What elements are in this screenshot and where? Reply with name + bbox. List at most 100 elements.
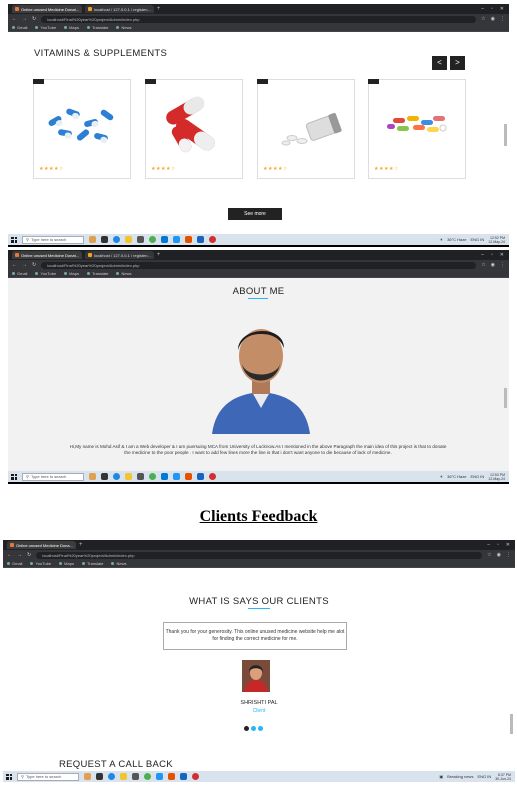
carousel-next-button[interactable]: > — [450, 56, 465, 70]
bookmark-news[interactable]: News — [116, 25, 131, 30]
cortana-icon[interactable] — [84, 773, 91, 780]
scrollbar[interactable] — [504, 388, 507, 408]
store-icon[interactable] — [161, 473, 168, 480]
star-icon[interactable]: ☆ — [481, 16, 485, 22]
maximize-icon[interactable]: ▫ — [497, 542, 499, 548]
see-more-button[interactable]: See more — [228, 208, 282, 220]
news-text[interactable]: Breaking news — [447, 774, 473, 779]
xampp-icon[interactable] — [185, 236, 192, 243]
taskbar-search[interactable]: ⚲ Type here to search — [17, 772, 79, 781]
file-explorer-icon[interactable] — [125, 236, 132, 243]
carousel-dot[interactable] — [251, 726, 256, 731]
language-indicator[interactable]: ENG IN — [470, 237, 484, 242]
back-icon[interactable]: ← — [7, 552, 12, 558]
browser-tab-1[interactable]: Online unused Medicine Donat... — [12, 5, 83, 13]
taskbar-search[interactable]: ⚲ Type here to search — [22, 472, 84, 481]
app-icon[interactable] — [192, 773, 199, 780]
url-field[interactable]: localhost/Final%20year%20project/Admin/i… — [36, 551, 483, 559]
reload-icon[interactable]: ↻ — [27, 552, 31, 558]
language-indicator[interactable]: ENG IN — [477, 774, 491, 779]
file-explorer-icon[interactable] — [120, 773, 127, 780]
store-icon[interactable] — [161, 236, 168, 243]
xampp-icon[interactable] — [168, 773, 175, 780]
close-icon[interactable]: ✕ — [500, 252, 504, 258]
windows-start-icon[interactable] — [11, 473, 17, 480]
profile-icon[interactable]: ◉ — [497, 552, 501, 558]
weather-text[interactable]: 36°C Haze — [447, 237, 466, 242]
product-card[interactable]: ★★★★☆ — [145, 79, 243, 179]
bookmark-maps[interactable]: Maps — [64, 25, 79, 30]
vscode-icon[interactable] — [173, 236, 180, 243]
minimize-icon[interactable]: – — [487, 542, 490, 548]
word-icon[interactable] — [197, 473, 204, 480]
cortana-icon[interactable] — [89, 473, 96, 480]
file-explorer-icon[interactable] — [125, 473, 132, 480]
cortana-icon[interactable] — [89, 236, 96, 243]
maximize-icon[interactable]: ▫ — [491, 6, 493, 12]
profile-icon[interactable]: ◉ — [491, 262, 495, 268]
url-field[interactable]: localhost/Final%20year%20project/Admin/i… — [41, 15, 477, 23]
scrollbar[interactable] — [504, 124, 507, 146]
url-field[interactable]: localhost/Final%20year%20project/Admin/i… — [41, 261, 477, 269]
browser-tab-2[interactable]: localhost / 127.0.0.1 / registen... — [85, 251, 154, 259]
close-icon[interactable]: ✕ — [500, 6, 504, 12]
taskbar-search[interactable]: ⚲ Type here to search — [22, 235, 84, 244]
star-icon[interactable]: ☆ — [487, 552, 491, 558]
bookmark-maps[interactable]: Maps — [59, 561, 74, 566]
product-card[interactable]: ★★★★☆ — [368, 79, 466, 179]
profile-icon[interactable]: ◉ — [491, 16, 495, 22]
chrome-icon[interactable] — [149, 236, 156, 243]
browser-tab-1[interactable]: Online unused Medicine Dona... — [7, 541, 76, 549]
forward-icon[interactable]: → — [22, 16, 27, 22]
edge-icon[interactable] — [108, 773, 115, 780]
clock[interactable]: 12:52 PM 12-May-24 — [488, 236, 505, 244]
reload-icon[interactable]: ↻ — [32, 262, 36, 268]
minimize-icon[interactable]: – — [481, 6, 484, 12]
browser-tab-1[interactable]: Online unused Medicine Donat... — [12, 251, 83, 259]
back-icon[interactable]: ← — [12, 262, 17, 268]
vscode-icon[interactable] — [156, 773, 163, 780]
bookmark-translate[interactable]: Translate — [87, 25, 109, 30]
close-icon[interactable]: ✕ — [506, 542, 510, 548]
windows-start-icon[interactable] — [11, 236, 17, 243]
weather-text[interactable]: 36°C Haze — [447, 474, 466, 479]
bookmark-youtube[interactable]: YouTube — [35, 271, 56, 276]
bookmark-translate[interactable]: Translate — [82, 561, 104, 566]
new-tab-icon[interactable]: + — [157, 252, 161, 258]
task-view-icon[interactable] — [96, 773, 103, 780]
bookmark-gmail[interactable]: Gmail — [12, 25, 27, 30]
maximize-icon[interactable]: ▫ — [491, 252, 493, 258]
menu-icon[interactable]: ⋮ — [506, 552, 511, 558]
mail-icon[interactable] — [137, 473, 144, 480]
windows-start-icon[interactable] — [6, 773, 12, 780]
edge-icon[interactable] — [113, 473, 120, 480]
bookmark-gmail[interactable]: Gmail — [12, 271, 27, 276]
carousel-prev-button[interactable]: < — [432, 56, 447, 70]
product-card[interactable]: ★★★★☆ — [257, 79, 355, 179]
mail-icon[interactable] — [132, 773, 139, 780]
task-view-icon[interactable] — [101, 473, 108, 480]
star-icon[interactable]: ☆ — [481, 262, 485, 268]
bookmark-news[interactable]: News — [116, 271, 131, 276]
clock[interactable]: 8:37 PM 30-Jun-24 — [495, 773, 511, 781]
menu-icon[interactable]: ⋮ — [500, 16, 505, 22]
new-tab-icon[interactable]: + — [157, 6, 161, 12]
browser-tab-2[interactable]: localhost / 127.0.0.1 / registen... — [85, 5, 154, 13]
bookmark-news[interactable]: News — [111, 561, 126, 566]
new-tab-icon[interactable]: + — [79, 542, 83, 548]
carousel-dot[interactable] — [258, 726, 263, 731]
reload-icon[interactable]: ↻ — [32, 16, 36, 22]
product-card[interactable]: ★★★★☆ — [33, 79, 131, 179]
chrome-icon[interactable] — [149, 473, 156, 480]
edge-icon[interactable] — [113, 236, 120, 243]
bookmark-gmail[interactable]: Gmail — [7, 561, 22, 566]
scrollbar[interactable] — [510, 714, 513, 734]
word-icon[interactable] — [180, 773, 187, 780]
language-indicator[interactable]: ENG IN — [470, 474, 484, 479]
word-icon[interactable] — [197, 236, 204, 243]
bookmark-translate[interactable]: Translate — [87, 271, 109, 276]
menu-icon[interactable]: ⋮ — [500, 262, 505, 268]
vscode-icon[interactable] — [173, 473, 180, 480]
bookmark-youtube[interactable]: YouTube — [30, 561, 51, 566]
app-icon[interactable] — [209, 236, 216, 243]
